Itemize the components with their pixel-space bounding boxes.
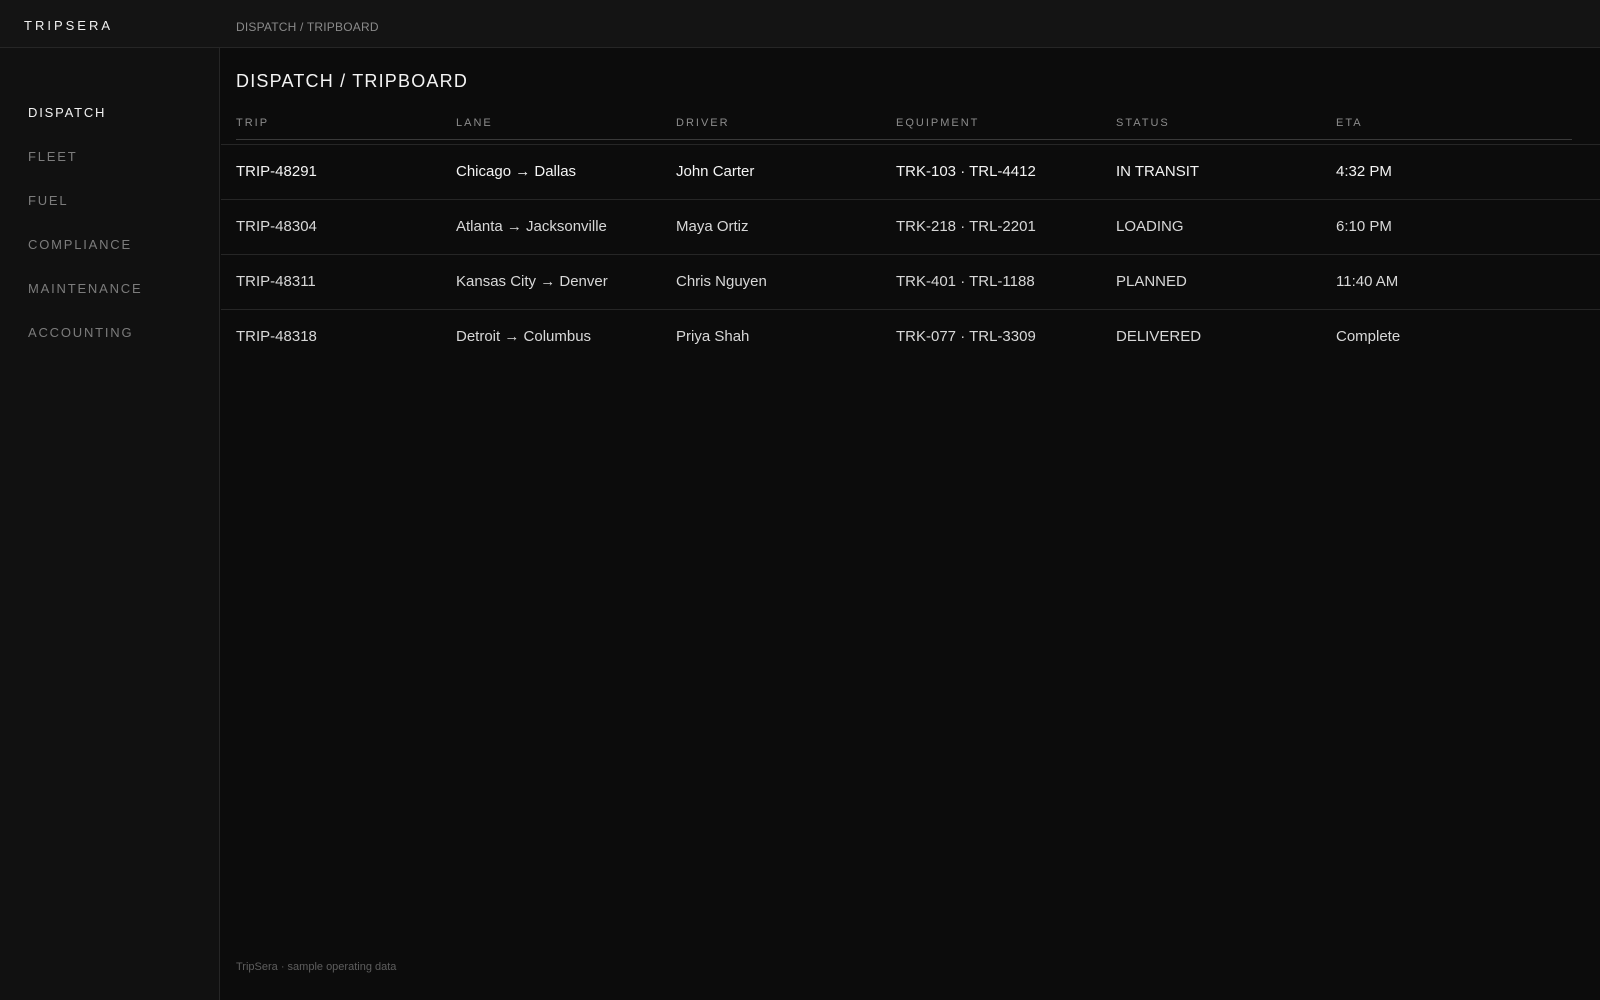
footer-note: TripSera · sample operating data — [236, 961, 397, 973]
sidebar-item-fleet[interactable]: FLEET — [28, 149, 77, 164]
trip-id: TRIP-48311 — [236, 273, 316, 290]
equipment: TRK-401 · TRL-1188 — [896, 273, 1035, 290]
top-bar: TRIPSERA DISPATCH / TRIPBOARD — [0, 0, 1600, 48]
eta: 6:10 PM — [1336, 218, 1392, 235]
column-header-lane[interactable]: LANE — [456, 117, 493, 129]
eta: 4:32 PM — [1336, 163, 1392, 180]
lane: Detroit → Columbus — [456, 328, 592, 345]
status: DELIVERED — [1116, 328, 1202, 345]
trip-id: TRIP-48291 — [236, 163, 317, 180]
table-row[interactable]: TRIP-48318 Detroit → Columbus Priya Shah… — [221, 309, 1600, 365]
table-row[interactable]: TRIP-48291 Chicago → Dallas John Carter … — [221, 144, 1600, 200]
status: IN TRANSIT — [1116, 163, 1200, 180]
sidebar-item-compliance[interactable]: COMPLIANCE — [28, 237, 132, 252]
driver: Maya Ortiz — [676, 218, 749, 235]
lane: Kansas City → Denver — [456, 273, 608, 290]
page-title: DISPATCH / TRIPBOARD — [236, 71, 469, 91]
lane: Chicago → Dallas — [456, 163, 577, 180]
table-row[interactable]: TRIP-48311 Kansas City → Denver Chris Ng… — [221, 254, 1600, 310]
column-header-driver[interactable]: DRIVER — [676, 117, 730, 129]
sidebar-item-dispatch[interactable]: DISPATCH — [28, 105, 106, 120]
brand-logo[interactable]: TRIPSERA — [24, 18, 113, 33]
status: LOADING — [1116, 218, 1184, 235]
eta: 11:40 AM — [1336, 273, 1399, 290]
breadcrumb: DISPATCH / TRIPBOARD — [236, 20, 379, 34]
sidebar: DISPATCH FLEET FUEL COMPLIANCE MAINTENAN… — [0, 48, 220, 1000]
lane: Atlanta → Jacksonville — [456, 218, 607, 235]
equipment: TRK-103 · TRL-4412 — [896, 163, 1036, 180]
equipment: TRK-077 · TRL-3309 — [896, 328, 1036, 345]
trip-id: TRIP-48304 — [236, 218, 317, 235]
main-content: DISPATCH / TRIPBOARD TRIP LANE DRIVER EQ… — [221, 49, 1600, 1000]
table-row[interactable]: TRIP-48304 Atlanta → Jacksonville Maya O… — [221, 199, 1600, 255]
equipment: TRK-218 · TRL-2201 — [896, 218, 1036, 235]
sidebar-item-fuel[interactable]: FUEL — [28, 193, 68, 208]
column-header-trip[interactable]: TRIP — [236, 117, 269, 129]
driver: John Carter — [676, 163, 755, 180]
column-header-equipment[interactable]: EQUIPMENT — [896, 117, 979, 129]
status: PLANNED — [1116, 273, 1187, 290]
eta: Complete — [1336, 328, 1401, 345]
sidebar-item-accounting[interactable]: ACCOUNTING — [28, 325, 133, 340]
table-header: TRIP LANE DRIVER EQUIPMENT STATUS ETA — [236, 117, 1572, 140]
driver: Chris Nguyen — [676, 273, 767, 290]
column-header-status[interactable]: STATUS — [1116, 117, 1170, 129]
trip-id: TRIP-48318 — [236, 328, 317, 345]
driver: Priya Shah — [676, 328, 750, 345]
sidebar-item-maintenance[interactable]: MAINTENANCE — [28, 281, 142, 296]
column-header-eta[interactable]: ETA — [1336, 117, 1363, 129]
